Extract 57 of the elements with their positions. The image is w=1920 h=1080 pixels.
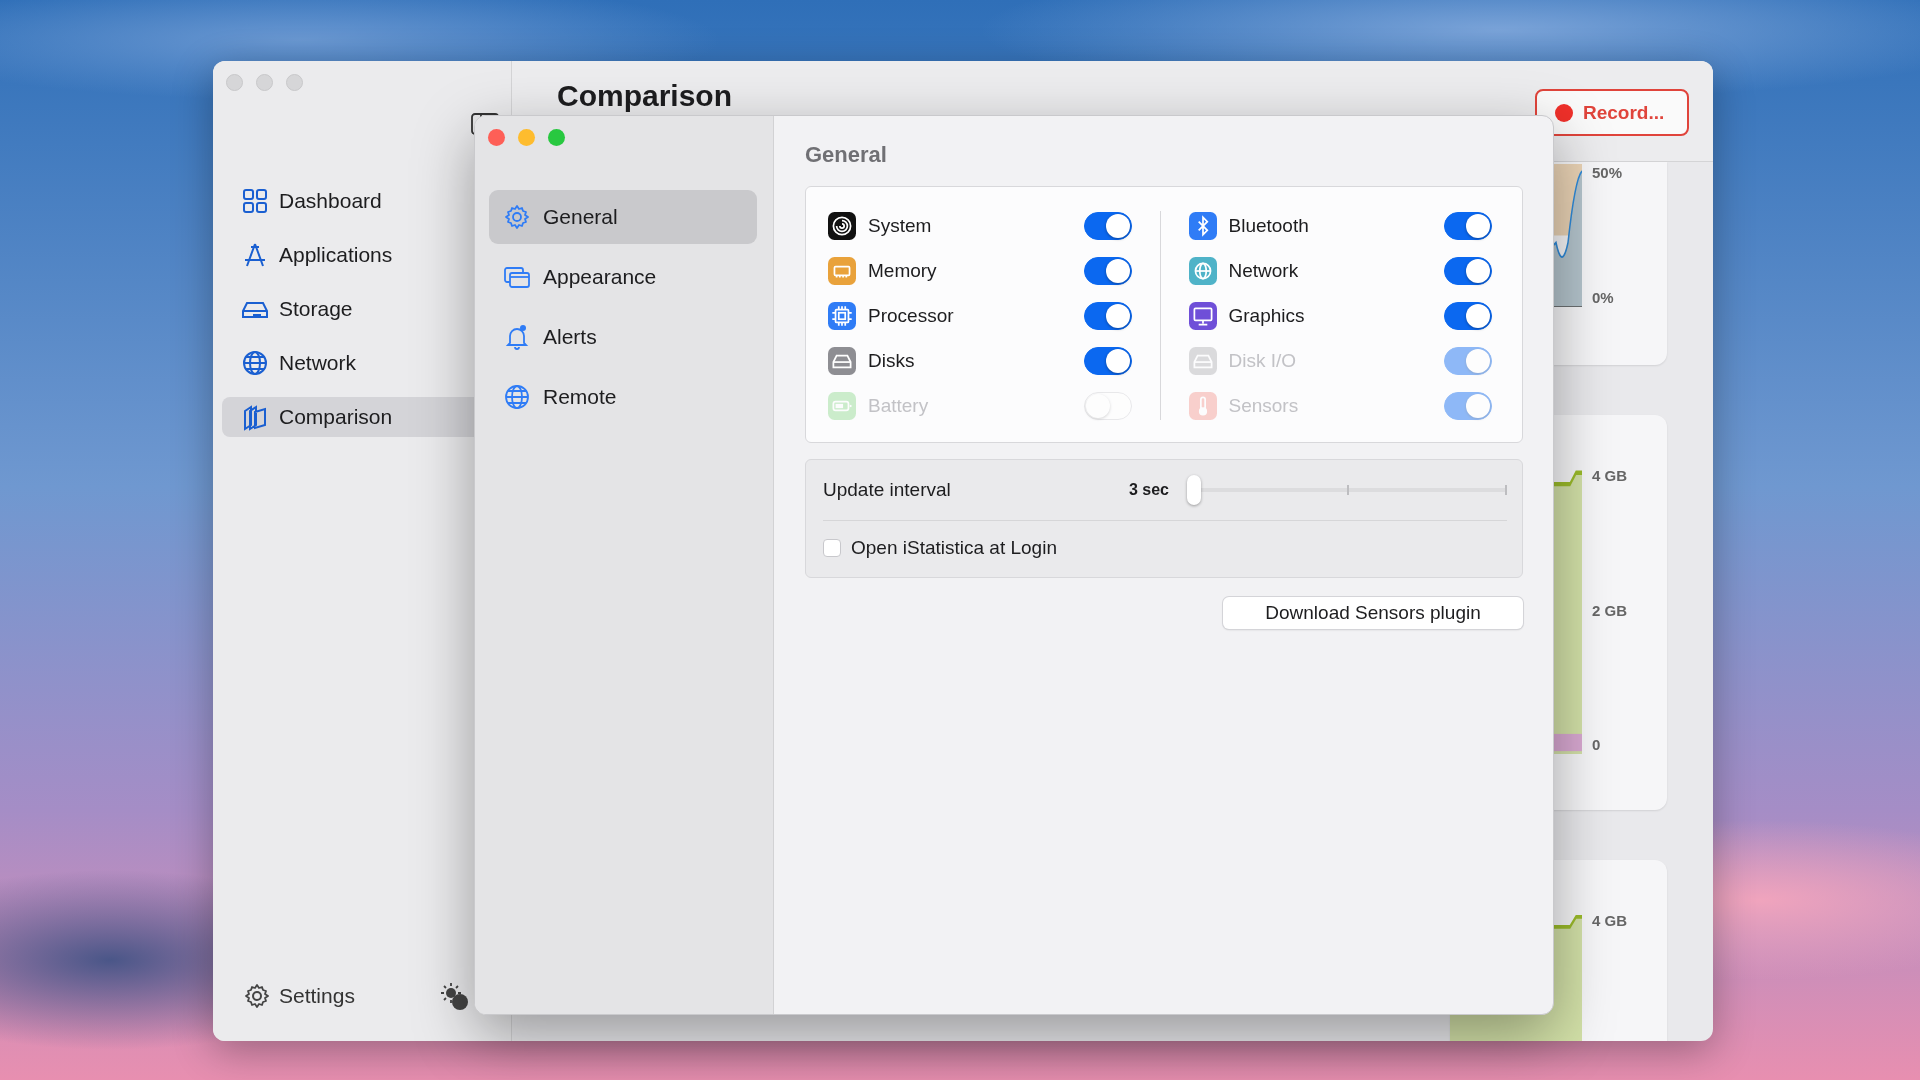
settings-tab[interactable]: General (489, 190, 757, 244)
minimize-button[interactable] (256, 74, 273, 91)
interval-reading: 3 sec (1128, 481, 1169, 499)
sidebar-item[interactable]: Dashboard (222, 181, 474, 221)
page-title: Comparison (557, 79, 733, 113)
axis-label: 4 GB (1592, 912, 1627, 930)
settings-icon (243, 982, 271, 1010)
checkbox-label: Open iStatistica at Login (851, 537, 1057, 559)
toggle-switch[interactable] (1083, 211, 1132, 240)
toggle-switch[interactable] (1444, 256, 1492, 285)
settings-icon (503, 203, 531, 231)
slider-thumb[interactable] (1187, 475, 1201, 505)
sidebar-item[interactable]: Applications (222, 235, 474, 275)
globe-icon (241, 349, 269, 377)
module-label: Disks (868, 349, 916, 372)
section-heading: General (805, 142, 888, 169)
close-button[interactable] (226, 74, 243, 91)
interval-slider[interactable] (1187, 475, 1507, 505)
module-label: Battery (868, 394, 930, 417)
module-label: Disk I/O (1228, 349, 1298, 372)
sidebar-item[interactable]: Comparison (222, 397, 474, 437)
axis-label: 0 (1592, 736, 1602, 754)
sun-moon-icon[interactable] (439, 981, 469, 1011)
checkbox[interactable] (823, 539, 841, 557)
module-label: System (868, 214, 933, 237)
zoom-button[interactable] (286, 74, 303, 91)
settings-tab[interactable]: Appearance (489, 250, 757, 304)
settings-button[interactable]: Settings (243, 982, 355, 1010)
axis-label: 0% (1592, 289, 1615, 307)
settings-tab[interactable]: Alerts (489, 310, 757, 364)
bell-icon (503, 323, 531, 351)
settings-tab[interactable]: Remote (489, 370, 757, 424)
toggle-switch[interactable] (1444, 211, 1492, 240)
module-label: Graphics (1228, 304, 1306, 327)
toggle-switch[interactable] (1083, 346, 1132, 375)
toggle-switch[interactable] (1083, 301, 1132, 330)
download-button[interactable]: Download Sensors plugin (1223, 597, 1523, 629)
axis-label: 2 GB (1592, 601, 1627, 620)
module-label: Processor (868, 304, 955, 327)
axis-label: 4 GB (1592, 467, 1627, 485)
module-label: Network (1228, 259, 1300, 282)
record-button[interactable]: Record... (1535, 89, 1689, 136)
module-label: Memory (868, 259, 938, 282)
sidebar-item[interactable]: Network (222, 343, 474, 383)
record-icon (1555, 103, 1573, 122)
toggle-switch[interactable] (1444, 301, 1492, 330)
grid-icon (241, 187, 269, 215)
globe-icon (503, 383, 531, 411)
minimize-button[interactable] (518, 129, 535, 146)
layers-icon (241, 403, 269, 431)
setting-label: Update interval (823, 479, 952, 501)
module-label: Sensors (1228, 394, 1300, 417)
module-label: Bluetooth (1228, 214, 1310, 237)
sidebar-item[interactable]: Storage (222, 289, 474, 329)
axis-label: 50% (1592, 164, 1623, 182)
toggle-switch[interactable] (1083, 256, 1132, 285)
zoom-button[interactable] (548, 129, 565, 146)
